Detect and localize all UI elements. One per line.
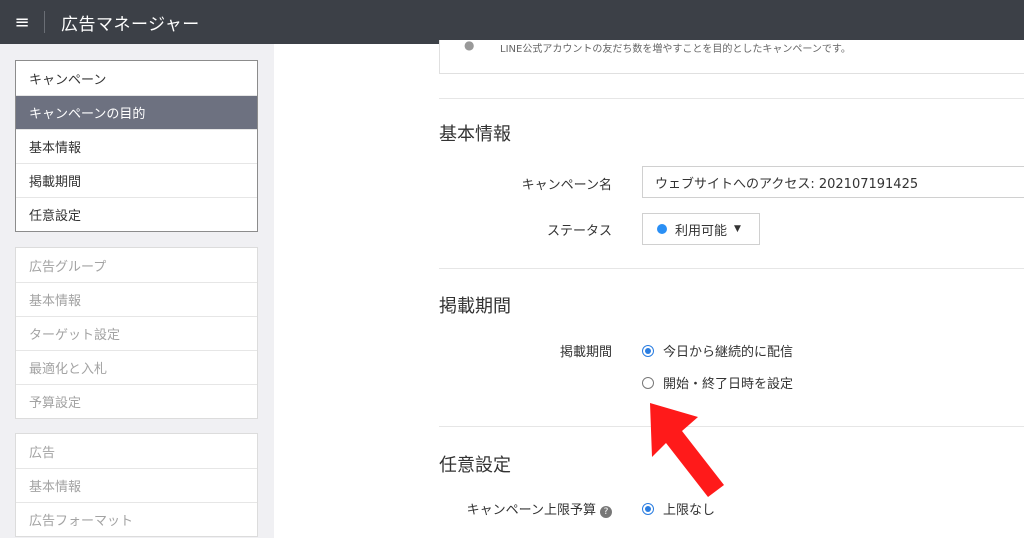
nav-group-ad: 広告 基本情報 広告フォーマット — [15, 433, 258, 537]
budget-label: キャンペーン上限予算 — [466, 503, 596, 518]
sidebar-item-adgroup-targeting[interactable]: ターゲット設定 — [16, 316, 257, 350]
sidebar-item-adgroup-basic-info[interactable]: 基本情報 — [16, 282, 257, 316]
section-divider — [439, 98, 1024, 99]
section-divider — [439, 268, 1024, 269]
status-dropdown[interactable]: 利用可能 ▼ — [642, 213, 760, 245]
status-label: ステータス — [546, 224, 612, 239]
basic-info-title: 基本情報 — [439, 124, 511, 145]
schedule-option-continuous[interactable]: 今日から継続的に配信 — [642, 341, 793, 360]
status-dot-icon — [657, 224, 667, 234]
info-icon: ● — [464, 38, 475, 52]
schedule-option-set-dates[interactable]: 開始・終了日時を設定 — [642, 373, 793, 392]
sidebar-item-campaign[interactable]: キャンペーン — [16, 61, 257, 95]
caret-down-icon: ▼ — [734, 224, 741, 234]
schedule-label: 掲載期間 — [559, 345, 612, 360]
app-title: 広告マネージャー — [61, 14, 200, 35]
sidebar-item-campaign-objective[interactable]: キャンペーンの目的 — [16, 95, 257, 129]
radio-unchecked-icon[interactable] — [642, 376, 654, 389]
schedule-option-set-dates-label: 開始・終了日時を設定 — [663, 377, 794, 392]
red-arrow-icon — [650, 403, 724, 497]
header-divider — [44, 11, 45, 33]
arrow-shape — [650, 403, 724, 497]
objective-info-text: LINE公式アカウントの友だち数を増やすことを目的としたキャンペーンです。 — [500, 44, 851, 55]
sidebar-item-adgroup-budget[interactable]: 予算設定 — [16, 384, 257, 418]
optional-title: 任意設定 — [439, 455, 511, 476]
nav-group-campaign: キャンペーン キャンペーンの目的 基本情報 掲載期間 任意設定 — [15, 60, 258, 232]
schedule-option-continuous-label: 今日から継続的に配信 — [663, 345, 794, 360]
campaign-name-label: キャンペーン名 — [521, 178, 612, 193]
status-value: 利用可能 — [675, 223, 728, 239]
sidebar-item-campaign-schedule[interactable]: 掲載期間 — [16, 163, 257, 197]
sidebar-item-adgroup[interactable]: 広告グループ — [16, 248, 257, 282]
sidebar-item-ad[interactable]: 広告 — [16, 434, 257, 468]
top-bar: ≡ 広告マネージャー — [0, 0, 1024, 44]
sidebar-item-adgroup-bidding[interactable]: 最適化と入札 — [16, 350, 257, 384]
schedule-title: 掲載期間 — [439, 296, 511, 317]
sidebar-item-ad-basic-info[interactable]: 基本情報 — [16, 468, 257, 502]
sidebar-item-campaign-optional[interactable]: 任意設定 — [16, 197, 257, 231]
hamburger-menu-icon[interactable]: ≡ — [0, 0, 44, 44]
sidebar-item-campaign-basic-info[interactable]: 基本情報 — [16, 129, 257, 163]
help-icon[interactable]: ? — [600, 506, 612, 518]
objective-info-box: ● LINE公式アカウントの友だち数を増やすことを目的としたキャンペーンです。 — [439, 38, 1024, 74]
campaign-name-input[interactable]: ウェブサイトへのアクセス: 202107191425 — [642, 166, 1024, 198]
radio-checked-icon[interactable] — [642, 344, 654, 357]
sidebar-item-ad-format[interactable]: 広告フォーマット — [16, 502, 257, 536]
budget-label-row: キャンペーン上限予算? — [412, 499, 612, 518]
nav-group-adgroup: 広告グループ 基本情報 ターゲット設定 最適化と入札 予算設定 — [15, 247, 258, 419]
sidebar: キャンペーン キャンペーンの目的 基本情報 掲載期間 任意設定 広告グループ 基… — [0, 44, 274, 538]
